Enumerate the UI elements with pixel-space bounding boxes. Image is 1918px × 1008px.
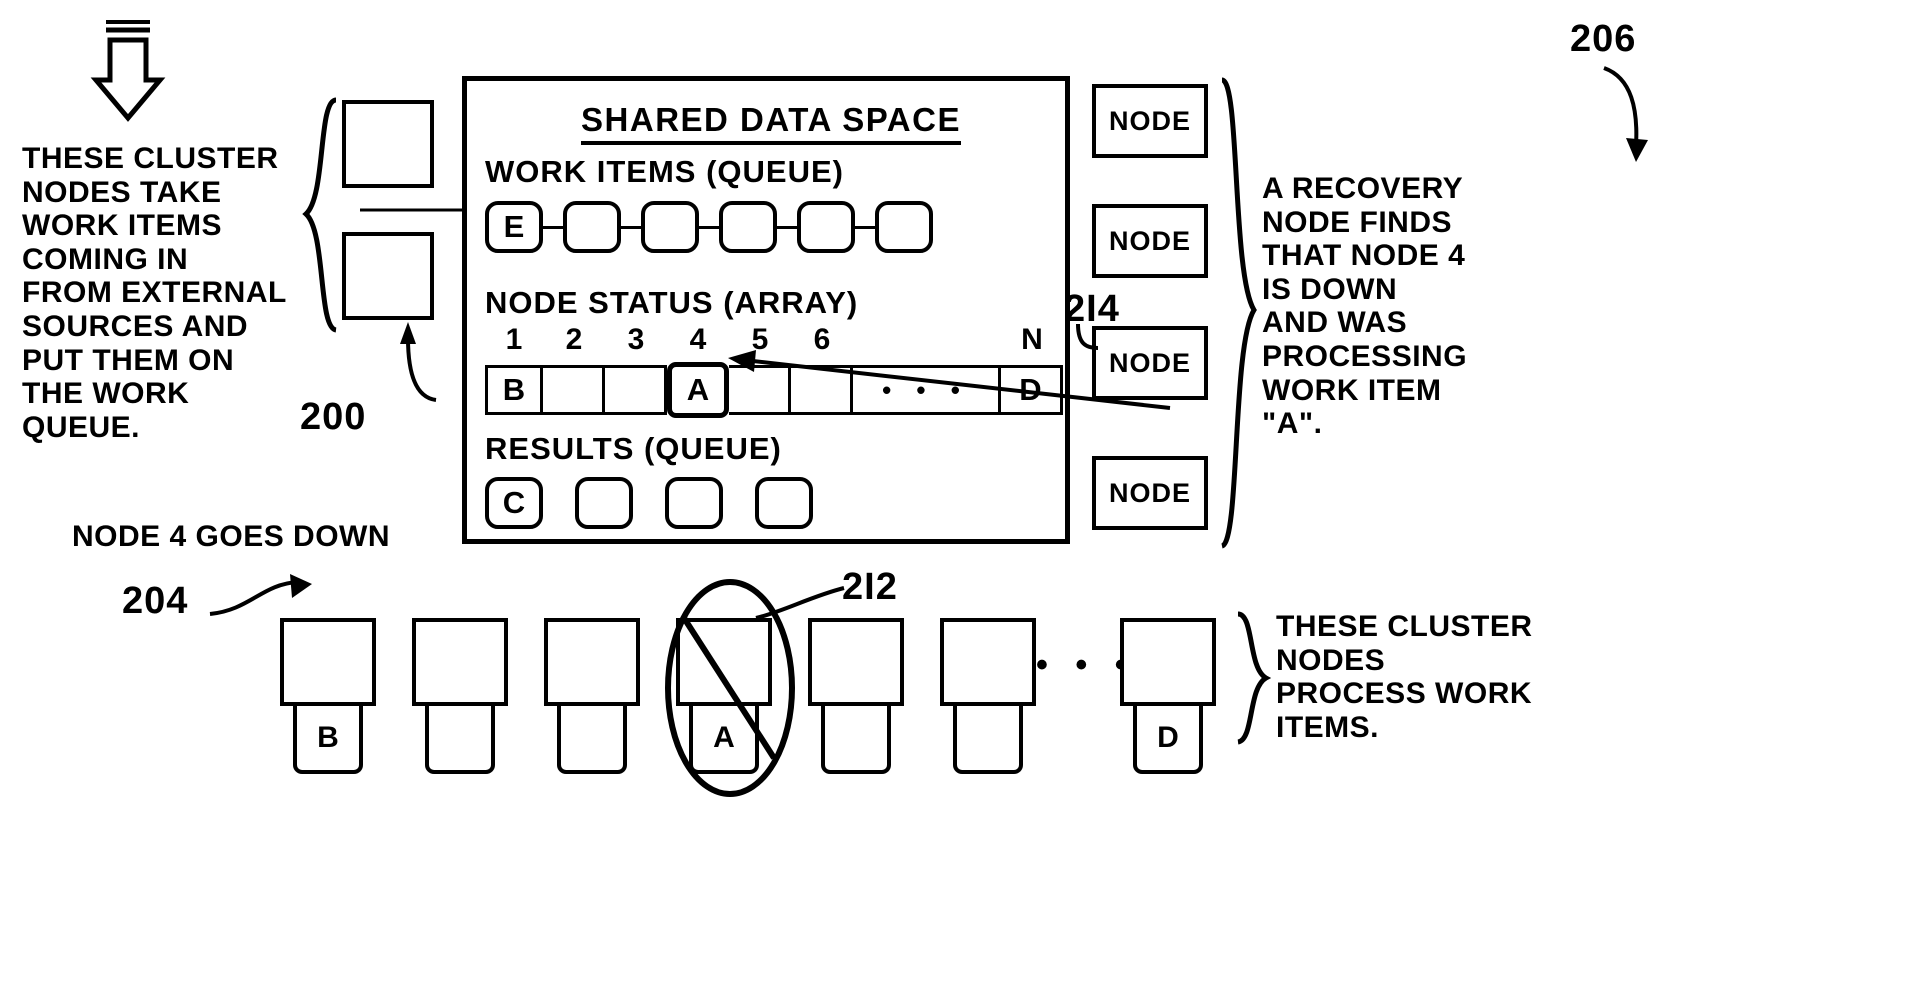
ref-214-leader-icon [1076, 323, 1099, 350]
cluster-node-1[interactable]: B [280, 618, 376, 774]
node-down-caption: NODE 4 GOES DOWN [72, 520, 391, 553]
results-label: RESULTS (QUEUE) [485, 431, 782, 466]
bottom-right-explanation-text: THESE CLUSTER NODES PROCESS WORK ITEMS. [1276, 610, 1533, 744]
ref-200-label: 200 [300, 396, 367, 438]
node-status-label: NODE STATUS (ARRAY) [485, 285, 859, 320]
ref-212-leader-icon [755, 586, 845, 620]
cluster-node-label [425, 706, 495, 774]
cluster-nodes-brace-icon [1236, 611, 1272, 745]
index-label: 2 [565, 323, 583, 356]
left-brace-icon [302, 97, 338, 333]
node-status-cell[interactable] [605, 365, 667, 415]
cluster-node-body [808, 618, 904, 706]
left-explanation-text: THESE CLUSTER NODES TAKE WORK ITEMS COMI… [22, 142, 287, 444]
cluster-node-6[interactable] [940, 618, 1036, 774]
ingest-node-square-1 [342, 100, 434, 188]
cluster-node-body [544, 618, 640, 706]
ref-206-label: 206 [1570, 18, 1637, 60]
work-items-label: WORK ITEMS (QUEUE) [485, 154, 844, 189]
node-label: NODE [1108, 225, 1191, 256]
shared-data-space-title: SHARED DATA SPACE [467, 101, 1075, 145]
result-cell[interactable] [665, 477, 723, 529]
shared-data-space-panel: SHARED DATA SPACE WORK ITEMS (QUEUE) E N… [462, 76, 1070, 544]
node-label: NODE [1108, 477, 1191, 508]
queue-link [621, 225, 641, 229]
cluster-node-label [953, 706, 1023, 774]
queue-link [543, 225, 563, 229]
result-cell[interactable] [575, 477, 633, 529]
ref-206-leader-icon [1603, 66, 1648, 162]
recovery-node-box-1[interactable]: NODE [1092, 84, 1208, 158]
index-label: 3 [627, 323, 645, 356]
right-explanation-text: A RECOVERY NODE FINDS THAT NODE 4 IS DOW… [1262, 172, 1468, 441]
recovery-node-box-4[interactable]: NODE [1092, 456, 1208, 530]
recovery-nodes-brace-icon [1220, 77, 1257, 549]
work-items-queue: E [485, 201, 933, 253]
result-cell[interactable] [755, 477, 813, 529]
work-item-cell[interactable] [641, 201, 699, 253]
work-item-cell[interactable]: E [485, 201, 543, 253]
cluster-node-label [557, 706, 627, 774]
queue-link [777, 225, 797, 229]
node-status-cell-highlighted[interactable]: A [667, 362, 729, 418]
cluster-node-body [940, 618, 1036, 706]
recovery-node-box-3[interactable]: NODE [1092, 326, 1208, 400]
cluster-node-label: D [1133, 706, 1203, 774]
node-status-cell[interactable]: B [485, 365, 543, 415]
cluster-node-2[interactable] [412, 618, 508, 774]
ref-200-leader-icon [400, 322, 437, 402]
recovery-node-box-2[interactable]: NODE [1092, 204, 1208, 278]
results-queue: C [485, 477, 813, 529]
cluster-node-label [821, 706, 891, 774]
ref-204-label: 204 [122, 580, 189, 622]
index-label: 4 [689, 323, 707, 356]
work-item-cell[interactable] [719, 201, 777, 253]
cluster-node-body [280, 618, 376, 706]
index-label: 1 [505, 323, 523, 356]
cluster-node-n[interactable]: D [1120, 618, 1216, 774]
node-label: NODE [1108, 347, 1191, 378]
ingest-node-square-2 [342, 232, 434, 320]
queue-link [699, 225, 719, 229]
cluster-node-3[interactable] [544, 618, 640, 774]
work-item-cell[interactable] [875, 201, 933, 253]
incoming-work-arrow-icon [90, 20, 166, 122]
cluster-node-label: B [293, 706, 363, 774]
cluster-node-body [412, 618, 508, 706]
queue-link [855, 225, 875, 229]
cluster-node-body [1120, 618, 1216, 706]
node-label: NODE [1108, 105, 1191, 136]
work-item-cell[interactable] [563, 201, 621, 253]
node-status-cell[interactable] [543, 365, 605, 415]
work-item-cell[interactable] [797, 201, 855, 253]
cluster-node-5[interactable] [808, 618, 904, 774]
result-cell[interactable]: C [485, 477, 543, 529]
